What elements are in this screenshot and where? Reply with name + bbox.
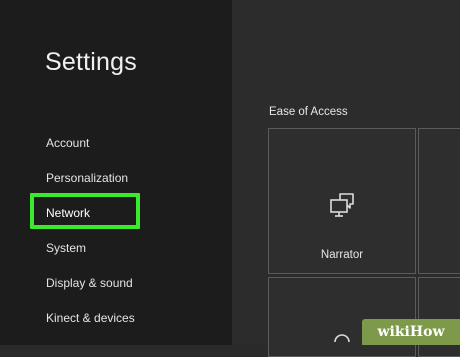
tile-partial-right[interactable] <box>418 128 460 274</box>
tile-partial-bottom-right[interactable] <box>418 277 460 357</box>
tile-narrator[interactable]: Narrator <box>268 128 416 274</box>
network-highlight-box <box>30 193 140 229</box>
sidebar-item-system[interactable]: System <box>46 241 86 255</box>
settings-sidebar: Settings Account Personalization Network… <box>0 0 232 345</box>
sidebar-item-display-sound[interactable]: Display & sound <box>46 276 133 290</box>
wikihow-watermark: wikiHow <box>362 319 460 345</box>
page-title: Settings <box>45 48 137 76</box>
sidebar-item-account[interactable]: Account <box>46 136 89 150</box>
sidebar-item-personalization[interactable]: Personalization <box>46 171 128 185</box>
partial-tile-icon <box>334 334 350 342</box>
tile-narrator-label: Narrator <box>320 249 364 261</box>
section-label-ease-of-access: Ease of Access <box>269 106 348 118</box>
sidebar-item-kinect-devices[interactable]: Kinect & devices <box>46 311 135 325</box>
narrator-icon <box>330 193 354 217</box>
tile-partial-bottom[interactable] <box>268 277 416 357</box>
